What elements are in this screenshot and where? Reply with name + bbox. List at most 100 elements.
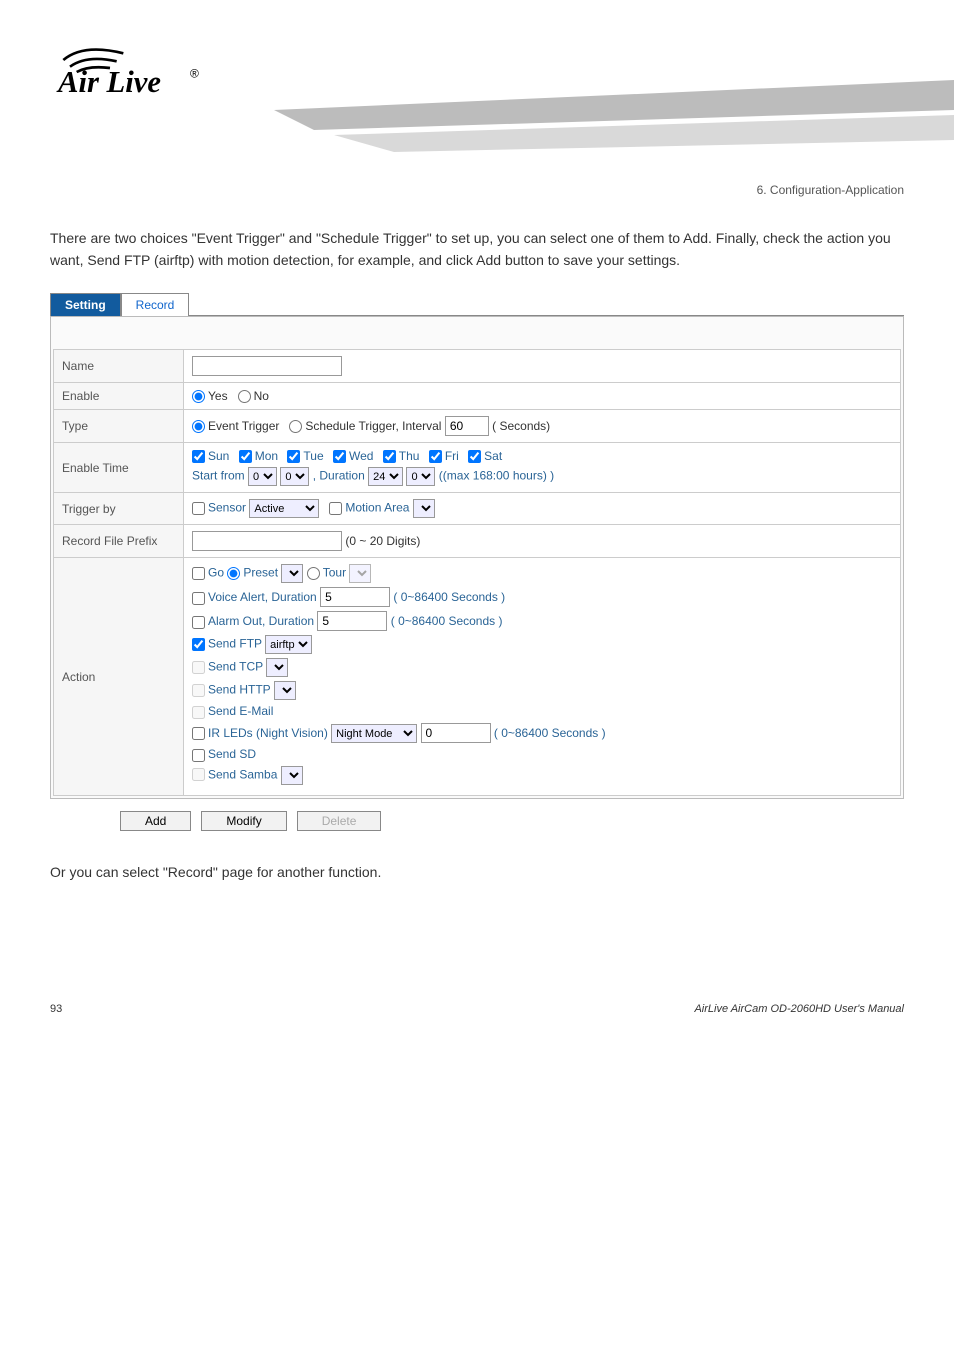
voice-input[interactable] [320, 587, 390, 607]
chk-alarm[interactable] [192, 616, 205, 629]
type-schedule-label: Schedule Trigger, Interval [305, 419, 441, 433]
voice-hint: ( 0~86400 Seconds ) [393, 590, 505, 604]
enable-yes-radio[interactable] [192, 390, 205, 403]
motion-area-select[interactable] [413, 499, 435, 518]
sensor-label: Sensor [208, 501, 246, 515]
http-label: Send HTTP [208, 683, 270, 697]
lbl-sat: Sat [484, 449, 502, 463]
chk-ftp[interactable] [192, 638, 205, 651]
add-button[interactable]: Add [120, 811, 191, 831]
voice-label: Voice Alert, Duration [208, 590, 317, 604]
ir-hint: ( 0~86400 Seconds ) [494, 726, 606, 740]
max-label: ((max 168:00 hours) ) [439, 469, 554, 483]
chk-sat[interactable] [468, 450, 481, 463]
preset-select[interactable] [281, 564, 303, 583]
enable-yes-label: Yes [208, 389, 228, 403]
http-select[interactable] [274, 681, 296, 700]
start-min-select[interactable]: 0 [280, 467, 309, 486]
label-type: Type [54, 410, 184, 443]
row-name: Name [54, 349, 901, 382]
samba-select[interactable] [281, 766, 303, 785]
enable-no-label: No [254, 389, 269, 403]
type-event-label: Event Trigger [208, 419, 279, 433]
chk-tue[interactable] [287, 450, 300, 463]
chk-mon[interactable] [239, 450, 252, 463]
dur-hour-select[interactable]: 24 [368, 467, 403, 486]
lbl-tue: Tue [303, 449, 323, 463]
chk-sensor[interactable] [192, 502, 205, 515]
enable-no-radio[interactable] [238, 390, 251, 403]
modify-button[interactable]: Modify [201, 811, 286, 831]
interval-unit: ( Seconds) [492, 419, 550, 433]
start-hour-select[interactable]: 0 [248, 467, 277, 486]
alarm-input[interactable] [317, 611, 387, 631]
settings-panel: Name Enable Yes No Type Event Trigger [50, 316, 904, 799]
chk-voice[interactable] [192, 592, 205, 605]
row-trigger: Trigger by Sensor Active Motion Area [54, 493, 901, 525]
ir-mode-select[interactable]: Night Mode [331, 724, 417, 743]
tab-record[interactable]: Record [121, 293, 190, 316]
interval-input[interactable] [445, 416, 489, 436]
type-schedule-radio[interactable] [289, 420, 302, 433]
row-prefix: Record File Prefix (0 ~ 20 Digits) [54, 525, 901, 558]
tour-select[interactable] [349, 564, 371, 583]
postnote-paragraph: Or you can select "Record" page for anot… [50, 861, 904, 883]
chk-wed[interactable] [333, 450, 346, 463]
chk-ir[interactable] [192, 727, 205, 740]
tour-radio[interactable] [307, 567, 320, 580]
row-enable: Enable Yes No [54, 382, 901, 409]
dur-min-select[interactable]: 0 [406, 467, 435, 486]
ir-input[interactable] [421, 723, 491, 743]
sensor-mode-select[interactable]: Active [249, 499, 319, 518]
tcp-label: Send TCP [208, 660, 263, 674]
chk-motion[interactable] [329, 502, 342, 515]
chk-email[interactable] [192, 706, 205, 719]
name-input[interactable] [192, 356, 342, 376]
chk-sun[interactable] [192, 450, 205, 463]
samba-label: Send Samba [208, 767, 277, 781]
alarm-label: Alarm Out, Duration [208, 614, 314, 628]
svg-text:®: ® [190, 66, 199, 80]
sd-label: Send SD [208, 747, 256, 761]
row-type: Type Event Trigger Schedule Trigger, Int… [54, 410, 901, 443]
ftp-label: Send FTP [208, 637, 262, 651]
tcp-select[interactable] [266, 658, 288, 677]
delete-button[interactable]: Delete [297, 811, 382, 831]
prefix-input[interactable] [192, 531, 342, 551]
row-action: Action Go Preset Tour Voice Alert, Durat… [54, 558, 901, 795]
chk-thu[interactable] [383, 450, 396, 463]
chapter-heading: 6. Configuration-Application [50, 183, 904, 197]
lbl-thu: Thu [399, 449, 420, 463]
chk-samba[interactable] [192, 768, 205, 781]
preset-radio[interactable] [227, 567, 240, 580]
tab-setting[interactable]: Setting [50, 293, 121, 316]
lbl-wed: Wed [349, 449, 373, 463]
label-action: Action [54, 558, 184, 795]
svg-text:Air Live: Air Live [56, 65, 161, 99]
chk-fri[interactable] [429, 450, 442, 463]
label-enabletime: Enable Time [54, 443, 184, 493]
lbl-sun: Sun [208, 449, 229, 463]
label-name: Name [54, 349, 184, 382]
motion-label: Motion Area [345, 501, 409, 515]
chk-go[interactable] [192, 567, 205, 580]
preset-label: Preset [243, 566, 278, 580]
startfrom-label: Start from [192, 469, 245, 483]
manual-title: AirLive AirCam OD-2060HD User's Manual [694, 1003, 904, 1015]
type-event-radio[interactable] [192, 420, 205, 433]
tab-bar: Setting Record [50, 292, 904, 316]
page-number: 93 [50, 1003, 62, 1015]
lbl-fri: Fri [445, 449, 459, 463]
duration-label: , Duration [313, 469, 365, 483]
chk-http[interactable] [192, 684, 205, 697]
page-footer: 93 AirLive AirCam OD-2060HD User's Manua… [50, 1003, 904, 1015]
settings-table: Name Enable Yes No Type Event Trigger [53, 349, 901, 796]
label-trigger: Trigger by [54, 493, 184, 525]
label-enable: Enable [54, 382, 184, 409]
chk-sd[interactable] [192, 749, 205, 762]
ftp-select[interactable]: airftp [265, 635, 312, 654]
lbl-mon: Mon [255, 449, 278, 463]
email-label: Send E-Mail [208, 704, 273, 718]
intro-paragraph: There are two choices "Event Trigger" an… [50, 227, 904, 272]
chk-tcp[interactable] [192, 661, 205, 674]
